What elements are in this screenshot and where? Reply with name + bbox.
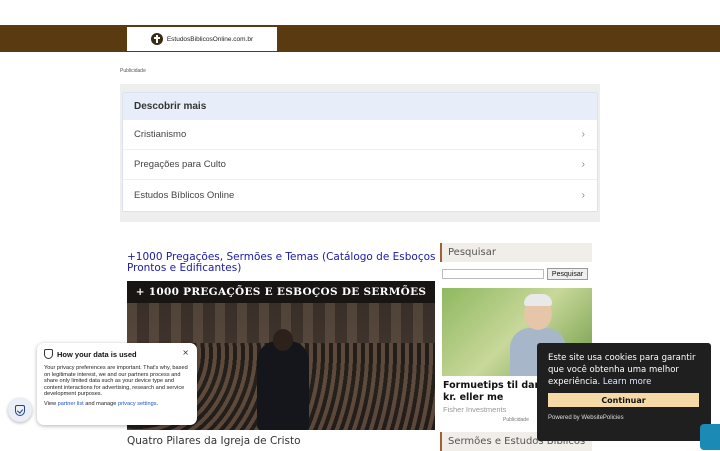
- discover-item-label: Pregações para Culto: [134, 159, 226, 170]
- chevron-right-icon: ›: [581, 159, 585, 170]
- privacy-links: View partner list and manage privacy set…: [44, 401, 190, 407]
- privacy-links-suffix: .: [156, 400, 159, 407]
- partner-list-link[interactable]: partner list: [58, 401, 84, 407]
- side-widget-tab[interactable]: [700, 424, 720, 450]
- close-icon[interactable]: ×: [182, 348, 189, 357]
- ad-label: Publicidade: [120, 68, 146, 74]
- search-button[interactable]: Pesquisar: [547, 268, 588, 280]
- post-title-link[interactable]: Quatro Pilares da Igreja de Cristo: [127, 435, 301, 447]
- cookie-consent-banner: Este site usa cookies para garantir que …: [537, 343, 711, 441]
- site-header-bar: [0, 25, 720, 52]
- ad-man-hair: [524, 294, 552, 306]
- privacy-settings-link[interactable]: privacy settings: [118, 401, 157, 407]
- post-title-link[interactable]: +1000 Pregações, Sermões e Temas (Catálo…: [127, 252, 437, 274]
- discover-more-panel: Descobrir mais Cristianismo › Pregações …: [122, 92, 598, 212]
- discover-item-pregacoes[interactable]: Pregações para Culto ›: [123, 150, 597, 180]
- privacy-links-mid: and manage: [85, 400, 117, 407]
- sidebar-ad-source: Fisher Investments: [443, 405, 507, 414]
- chevron-right-icon: ›: [581, 129, 585, 140]
- privacy-body: Your privacy preferences are important. …: [44, 365, 188, 398]
- hero-preacher: [257, 341, 309, 430]
- hero-banner-text: + 1000 PREGAÇÕES E ESBOÇOS DE SERMÕES: [127, 281, 435, 303]
- discover-title: Descobrir mais: [123, 93, 597, 120]
- logo-text: EstudosBiblicosOnline.com.br: [166, 35, 254, 43]
- privacy-title: How your data is used: [57, 349, 137, 359]
- continue-button[interactable]: Continuar: [548, 393, 699, 407]
- chevron-right-icon: ›: [581, 189, 585, 201]
- discover-item-label: Estudos Bíblicos Online: [134, 189, 235, 201]
- discover-item-label: Cristianismo: [134, 129, 187, 140]
- shield-icon: [44, 349, 53, 359]
- shield-check-icon: [15, 404, 25, 416]
- sidebar-search-heading: Pesquisar: [440, 243, 592, 262]
- cross-icon: [150, 33, 163, 45]
- hero-preacher-head: [273, 329, 293, 351]
- cookie-text: Este site usa cookies para garantir que …: [548, 352, 700, 388]
- site-logo[interactable]: EstudosBiblicosOnline.com.br: [127, 27, 277, 51]
- learn-more-link[interactable]: Learn more: [603, 377, 651, 387]
- privacy-links-prefix: View: [44, 400, 57, 407]
- discover-item-estudos[interactable]: Estudos Bíblicos Online ›: [123, 180, 597, 210]
- privacy-notice-card: How your data is used × Your privacy pre…: [37, 343, 197, 425]
- sidebar-ad-tag: Publicidade: [503, 417, 529, 423]
- cookie-powered-by: Powered by WebsitePolicies: [548, 415, 624, 421]
- privacy-settings-button[interactable]: [8, 398, 32, 422]
- discover-item-cristianismo[interactable]: Cristianismo ›: [123, 120, 597, 150]
- search-input[interactable]: [442, 269, 544, 279]
